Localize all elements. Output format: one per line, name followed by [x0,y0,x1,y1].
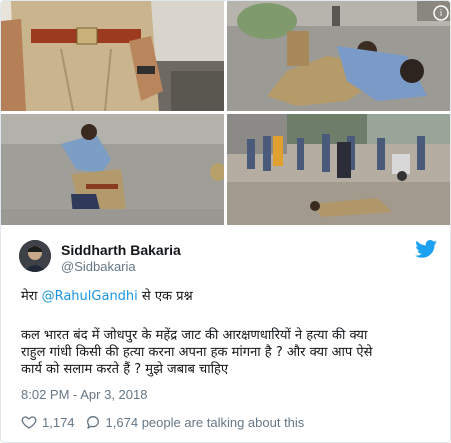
twitter-bird-icon[interactable] [415,240,437,258]
tweet-timestamp[interactable]: 8:02 PM - Apr 3, 2018 [21,387,147,402]
like-button[interactable]: 1,174 [21,414,75,430]
avatar[interactable] [19,240,51,272]
street-crowd-photo[interactable] [227,114,450,225]
text-suffix: से एक प्रश्न [137,289,193,304]
like-count: 1,174 [42,414,75,430]
policeman-lying-photo[interactable] [1,114,224,225]
tweet-text: मेरा @RahulGandhi से एक प्रश्न कल भारत ब… [21,288,441,378]
text-prefix: मेरा [21,289,42,304]
tweet-line-1: मेरा @RahulGandhi से एक प्रश्न [21,288,441,305]
heart-icon [21,416,37,429]
tweet-header: Siddharth Bakaria @Sidbakaria [19,240,439,280]
mention-link[interactable]: @RahulGandhi [42,289,138,304]
tweet-line-2: कल भारत बंद में जोधपुर के महेंद्र जाट की… [21,328,368,343]
tweet-card: i Siddharth Bakaria @Sidbakaria मेरा @Ra… [0,0,451,443]
talking-count: 1,674 people are talking about this [105,414,305,430]
author-handle[interactable]: @Sidbakaria [61,259,136,274]
photo-grid: i [1,1,450,225]
tweet-line-4: कार्य को सलाम करते हैं ? मुझे जबाब चाहिए [21,362,229,377]
tweet-actions: 1,174 1,674 people are talking about thi… [21,413,314,431]
svg-text:i: i [440,9,443,19]
policeman-on-ground-photo[interactable]: i [227,1,450,111]
author-name[interactable]: Siddharth Bakaria [61,242,181,258]
reply-conversation-link[interactable]: 1,674 people are talking about this [85,414,305,430]
speech-bubble-icon [86,416,99,429]
tweet-line-3: राहुल गांधी किसी की हत्या करना अपना हक म… [21,345,373,360]
policeman-belt-photo[interactable] [1,1,224,111]
